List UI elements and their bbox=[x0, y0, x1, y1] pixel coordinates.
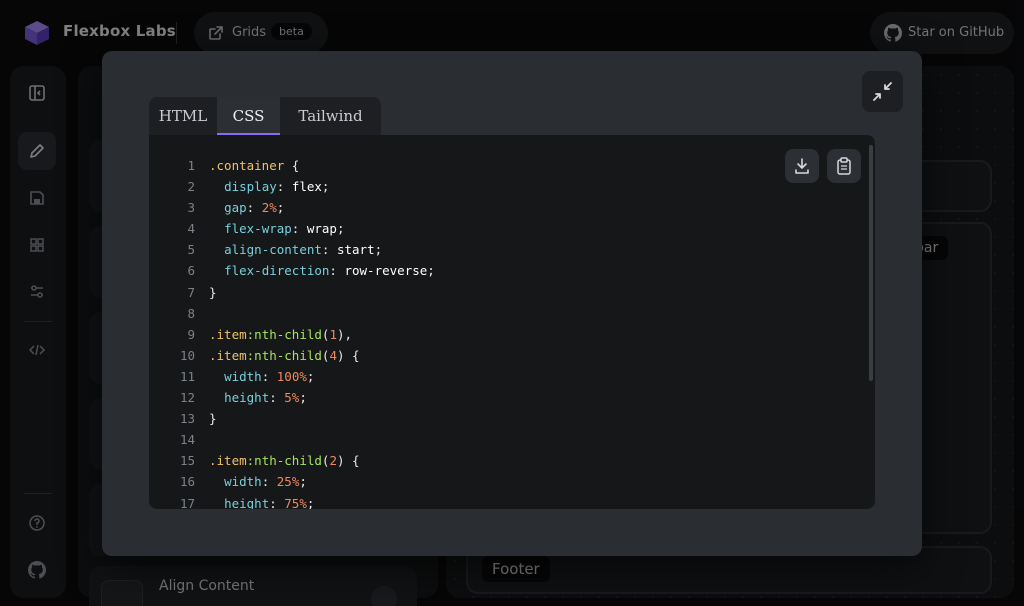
download-button[interactable] bbox=[785, 149, 819, 183]
code-text: .item:nth-child(1), bbox=[209, 326, 353, 342]
code-text: } bbox=[209, 284, 217, 300]
code-text: width: 100%; bbox=[224, 368, 315, 384]
code-line: 6 flex-direction: row-reverse; bbox=[149, 260, 769, 281]
line-number: 5 bbox=[187, 242, 195, 258]
line-number: 9 bbox=[187, 326, 195, 342]
code-text: display: flex; bbox=[224, 179, 330, 195]
download-icon bbox=[795, 158, 809, 174]
minimize-icon bbox=[873, 82, 892, 101]
code-text: gap: 2%; bbox=[224, 200, 285, 216]
line-number: 7 bbox=[187, 284, 195, 300]
line-number: 17 bbox=[179, 495, 195, 510]
code-tabs: HTML CSS Tailwind bbox=[149, 97, 381, 135]
code-line: 5 align-content: start; bbox=[149, 239, 769, 260]
code-line: 15 .item:nth-child(2) { bbox=[149, 450, 769, 471]
code-text: flex-direction: row-reverse; bbox=[224, 263, 435, 279]
tab-html[interactable]: HTML bbox=[149, 97, 217, 135]
code-line: 7} bbox=[149, 282, 769, 303]
copy-button[interactable] bbox=[827, 149, 861, 183]
code-scrollbar[interactable] bbox=[869, 145, 873, 381]
code-line: 13} bbox=[149, 408, 769, 429]
code-modal: HTML CSS Tailwind 1 .container { 2 display… bbox=[102, 51, 922, 556]
line-number: 4 bbox=[187, 221, 195, 237]
code-text: .container { bbox=[209, 158, 300, 173]
code-viewer[interactable]: 1 .container {2 display: flex; 3 gap: 2%; 4… bbox=[149, 135, 875, 509]
code-line: 8 bbox=[149, 303, 769, 324]
collapse-modal-button[interactable] bbox=[862, 71, 903, 112]
line-number: 1 bbox=[187, 158, 195, 173]
code-line: 16 width: 25%; bbox=[149, 471, 769, 492]
tab-tailwind[interactable]: Tailwind bbox=[280, 97, 381, 135]
line-number: 10 bbox=[179, 347, 195, 363]
line-number: 15 bbox=[179, 453, 195, 469]
line-number: 11 bbox=[179, 368, 195, 384]
code-line: 14 bbox=[149, 429, 769, 450]
code-line: 12 height: 5%; bbox=[149, 387, 769, 408]
code-line: 17 height: 75%; bbox=[149, 493, 769, 510]
code-text: flex-wrap: wrap; bbox=[224, 221, 345, 237]
code-line: 3 gap: 2%; bbox=[149, 197, 769, 218]
code-text: height: 75%; bbox=[224, 495, 315, 510]
line-number: 14 bbox=[179, 432, 195, 448]
code-text: align-content: start; bbox=[224, 242, 383, 258]
line-number: 8 bbox=[187, 305, 195, 321]
code-text: width: 25%; bbox=[224, 474, 307, 490]
code-text: height: 5%; bbox=[224, 390, 307, 406]
line-number: 16 bbox=[179, 474, 195, 490]
code-line: 11 width: 100%; bbox=[149, 366, 769, 387]
line-number: 12 bbox=[179, 390, 195, 406]
code-line: 4 flex-wrap: wrap; bbox=[149, 218, 769, 239]
tab-css[interactable]: CSS bbox=[217, 97, 280, 135]
code-text: .item:nth-child(4) { bbox=[209, 347, 360, 363]
line-number: 13 bbox=[179, 411, 195, 427]
line-number: 6 bbox=[187, 263, 195, 279]
line-number: 3 bbox=[187, 200, 195, 216]
clipboard-icon bbox=[837, 157, 851, 175]
code-text: } bbox=[209, 411, 217, 427]
code-line: 1 .container { bbox=[149, 155, 769, 176]
line-number: 2 bbox=[187, 179, 195, 195]
code-line: 10 .item:nth-child(4) { bbox=[149, 345, 769, 366]
code-text: .item:nth-child(2) { bbox=[209, 453, 360, 469]
code-line: 9 .item:nth-child(1), bbox=[149, 324, 769, 345]
code-line: 2 display: flex; bbox=[149, 176, 769, 197]
code-block[interactable]: 1 .container {2 display: flex; 3 gap: 2%; 4… bbox=[149, 155, 769, 509]
